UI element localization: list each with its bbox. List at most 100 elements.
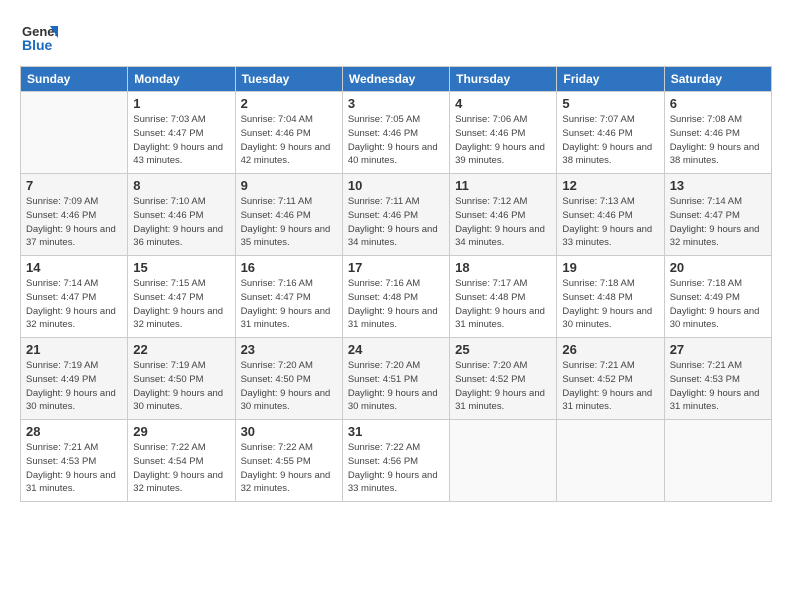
- calendar-table: SundayMondayTuesdayWednesdayThursdayFrid…: [20, 66, 772, 502]
- day-cell: 15 Sunrise: 7:15 AMSunset: 4:47 PMDayligh…: [128, 256, 235, 338]
- day-info: Sunrise: 7:18 AMSunset: 4:48 PMDaylight:…: [562, 277, 658, 332]
- day-cell: 13Sunrise: 7:14 AMSunset: 4:47 PMDayligh…: [664, 174, 771, 256]
- day-cell: [450, 420, 557, 502]
- weekday-saturday: Saturday: [664, 67, 771, 92]
- day-info: Sunrise: 7:16 AMSunset: 4:48 PMDaylight:…: [348, 277, 444, 332]
- day-cell: 27Sunrise: 7:21 AMSunset: 4:53 PMDayligh…: [664, 338, 771, 420]
- day-number: 3: [348, 96, 444, 111]
- day-info: Sunrise: 7:22 AMSunset: 4:55 PMDaylight:…: [241, 441, 337, 496]
- day-number: 21: [26, 342, 122, 357]
- day-info: Sunrise: 7:20 AMSunset: 4:51 PMDaylight:…: [348, 359, 444, 414]
- day-number: 9: [241, 178, 337, 193]
- day-cell: 26 Sunrise: 7:21 AMSunset: 4:52 PMDayligh…: [557, 338, 664, 420]
- day-info: Sunrise: 7:09 AMSunset: 4:46 PMDaylight:…: [26, 195, 122, 250]
- day-info: Sunrise: 7:14 AMSunset: 4:47 PMDaylight:…: [26, 277, 122, 332]
- day-number: 20: [670, 260, 766, 275]
- day-info: Sunrise: 7:07 AMSunset: 4:46 PMDaylight:…: [562, 113, 658, 168]
- day-info: Sunrise: 7:15 AMSunset: 4:47 PMDaylight:…: [133, 277, 229, 332]
- day-cell: 22 Sunrise: 7:19 AMSunset: 4:50 PMDayligh…: [128, 338, 235, 420]
- day-info: Sunrise: 7:16 AMSunset: 4:47 PMDaylight:…: [241, 277, 337, 332]
- day-number: 22: [133, 342, 229, 357]
- day-number: 19: [562, 260, 658, 275]
- day-number: 12: [562, 178, 658, 193]
- day-cell: 9 Sunrise: 7:11 AMSunset: 4:46 PMDaylight…: [235, 174, 342, 256]
- day-cell: 19 Sunrise: 7:18 AMSunset: 4:48 PMDayligh…: [557, 256, 664, 338]
- logo: General Blue: [20, 18, 58, 56]
- weekday-thursday: Thursday: [450, 67, 557, 92]
- day-number: 24: [348, 342, 444, 357]
- day-info: Sunrise: 7:20 AMSunset: 4:52 PMDaylight:…: [455, 359, 551, 414]
- day-cell: 3 Sunrise: 7:05 AMSunset: 4:46 PMDaylight…: [342, 92, 449, 174]
- week-row-2: 7 Sunrise: 7:09 AMSunset: 4:46 PMDaylight…: [21, 174, 772, 256]
- day-number: 28: [26, 424, 122, 439]
- day-number: 11: [455, 178, 551, 193]
- day-info: Sunrise: 7:10 AMSunset: 4:46 PMDaylight:…: [133, 195, 229, 250]
- day-cell: 24 Sunrise: 7:20 AMSunset: 4:51 PMDayligh…: [342, 338, 449, 420]
- logo-icon: General Blue: [20, 18, 58, 56]
- day-info: Sunrise: 7:22 AMSunset: 4:56 PMDaylight:…: [348, 441, 444, 496]
- weekday-header-row: SundayMondayTuesdayWednesdayThursdayFrid…: [21, 67, 772, 92]
- day-info: Sunrise: 7:21 AMSunset: 4:53 PMDaylight:…: [670, 359, 766, 414]
- day-cell: 1 Sunrise: 7:03 AMSunset: 4:47 PMDaylight…: [128, 92, 235, 174]
- week-row-3: 14 Sunrise: 7:14 AMSunset: 4:47 PMDayligh…: [21, 256, 772, 338]
- day-cell: 5 Sunrise: 7:07 AMSunset: 4:46 PMDaylight…: [557, 92, 664, 174]
- day-number: 13: [670, 178, 766, 193]
- day-cell: 12 Sunrise: 7:13 AMSunset: 4:46 PMDayligh…: [557, 174, 664, 256]
- day-info: Sunrise: 7:13 AMSunset: 4:46 PMDaylight:…: [562, 195, 658, 250]
- day-number: 18: [455, 260, 551, 275]
- week-row-4: 21 Sunrise: 7:19 AMSunset: 4:49 PMDayligh…: [21, 338, 772, 420]
- day-cell: 21 Sunrise: 7:19 AMSunset: 4:49 PMDayligh…: [21, 338, 128, 420]
- day-number: 5: [562, 96, 658, 111]
- weekday-monday: Monday: [128, 67, 235, 92]
- day-number: 26: [562, 342, 658, 357]
- day-number: 8: [133, 178, 229, 193]
- day-cell: 29Sunrise: 7:22 AMSunset: 4:54 PMDayligh…: [128, 420, 235, 502]
- day-info: Sunrise: 7:08 AMSunset: 4:46 PMDaylight:…: [670, 113, 766, 168]
- day-cell: 2 Sunrise: 7:04 AMSunset: 4:46 PMDaylight…: [235, 92, 342, 174]
- day-number: 10: [348, 178, 444, 193]
- day-cell: 8 Sunrise: 7:10 AMSunset: 4:46 PMDaylight…: [128, 174, 235, 256]
- day-info: Sunrise: 7:03 AMSunset: 4:47 PMDaylight:…: [133, 113, 229, 168]
- day-info: Sunrise: 7:12 AMSunset: 4:46 PMDaylight:…: [455, 195, 551, 250]
- day-info: Sunrise: 7:11 AMSunset: 4:46 PMDaylight:…: [348, 195, 444, 250]
- day-info: Sunrise: 7:17 AMSunset: 4:48 PMDaylight:…: [455, 277, 551, 332]
- day-cell: [557, 420, 664, 502]
- day-cell: 23Sunrise: 7:20 AMSunset: 4:50 PMDayligh…: [235, 338, 342, 420]
- day-info: Sunrise: 7:11 AMSunset: 4:46 PMDaylight:…: [241, 195, 337, 250]
- day-number: 6: [670, 96, 766, 111]
- day-cell: 18 Sunrise: 7:17 AMSunset: 4:48 PMDayligh…: [450, 256, 557, 338]
- day-info: Sunrise: 7:05 AMSunset: 4:46 PMDaylight:…: [348, 113, 444, 168]
- day-info: Sunrise: 7:21 AMSunset: 4:53 PMDaylight:…: [26, 441, 122, 496]
- weekday-friday: Friday: [557, 67, 664, 92]
- page: General Blue SundayMondayTuesdayWednesda…: [0, 0, 792, 612]
- day-info: Sunrise: 7:04 AMSunset: 4:46 PMDaylight:…: [241, 113, 337, 168]
- day-cell: 7 Sunrise: 7:09 AMSunset: 4:46 PMDaylight…: [21, 174, 128, 256]
- day-cell: 25Sunrise: 7:20 AMSunset: 4:52 PMDayligh…: [450, 338, 557, 420]
- day-cell: 10 Sunrise: 7:11 AMSunset: 4:46 PMDayligh…: [342, 174, 449, 256]
- day-number: 15: [133, 260, 229, 275]
- day-cell: 4Sunrise: 7:06 AMSunset: 4:46 PMDaylight…: [450, 92, 557, 174]
- day-cell: 6 Sunrise: 7:08 AMSunset: 4:46 PMDaylight…: [664, 92, 771, 174]
- day-number: 7: [26, 178, 122, 193]
- weekday-sunday: Sunday: [21, 67, 128, 92]
- day-cell: 11 Sunrise: 7:12 AMSunset: 4:46 PMDayligh…: [450, 174, 557, 256]
- day-number: 2: [241, 96, 337, 111]
- day-info: Sunrise: 7:19 AMSunset: 4:49 PMDaylight:…: [26, 359, 122, 414]
- svg-text:Blue: Blue: [22, 37, 53, 53]
- day-cell: [664, 420, 771, 502]
- week-row-5: 28 Sunrise: 7:21 AMSunset: 4:53 PMDayligh…: [21, 420, 772, 502]
- day-info: Sunrise: 7:19 AMSunset: 4:50 PMDaylight:…: [133, 359, 229, 414]
- day-number: 1: [133, 96, 229, 111]
- day-number: 29: [133, 424, 229, 439]
- day-cell: [21, 92, 128, 174]
- day-cell: 17 Sunrise: 7:16 AMSunset: 4:48 PMDayligh…: [342, 256, 449, 338]
- day-info: Sunrise: 7:20 AMSunset: 4:50 PMDaylight:…: [241, 359, 337, 414]
- day-number: 31: [348, 424, 444, 439]
- day-number: 17: [348, 260, 444, 275]
- header: General Blue: [20, 18, 772, 56]
- day-number: 30: [241, 424, 337, 439]
- day-info: Sunrise: 7:21 AMSunset: 4:52 PMDaylight:…: [562, 359, 658, 414]
- day-number: 14: [26, 260, 122, 275]
- day-cell: 20Sunrise: 7:18 AMSunset: 4:49 PMDayligh…: [664, 256, 771, 338]
- weekday-tuesday: Tuesday: [235, 67, 342, 92]
